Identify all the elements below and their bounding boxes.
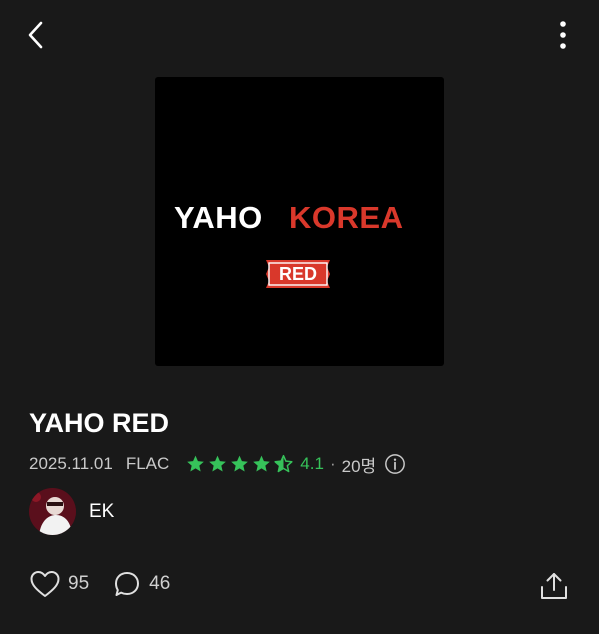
cover-badge: RED bbox=[264, 259, 332, 289]
cover-word-korea: KOREA bbox=[289, 200, 404, 235]
like-button[interactable]: 95 bbox=[29, 569, 89, 599]
like-count: 95 bbox=[68, 573, 90, 594]
star-half-icon bbox=[274, 454, 293, 473]
comment-count: 46 bbox=[149, 573, 171, 594]
album-detail-screen: YAHO KOREA RED YAHO RED 2025.11.01 FLAC bbox=[0, 0, 599, 634]
share-button[interactable] bbox=[539, 571, 569, 601]
info-icon[interactable] bbox=[384, 453, 406, 475]
audio-format: FLAC bbox=[125, 454, 170, 473]
artist-avatar[interactable] bbox=[29, 488, 76, 535]
star-icon bbox=[253, 455, 271, 472]
rating-separator: · bbox=[329, 454, 336, 473]
cover-word-yaho: YAHO bbox=[174, 200, 263, 235]
artist-name[interactable]: EK bbox=[89, 501, 114, 523]
action-bar: 95 46 bbox=[29, 569, 170, 599]
artist-row[interactable]: EK bbox=[29, 488, 114, 535]
more-vertical-icon bbox=[560, 21, 566, 49]
artist-avatar-image bbox=[29, 488, 76, 535]
comment-button[interactable]: 46 bbox=[113, 570, 170, 598]
share-icon bbox=[541, 573, 567, 599]
star-icon bbox=[187, 455, 205, 472]
more-options-button[interactable] bbox=[546, 16, 580, 54]
comment-icon bbox=[115, 572, 140, 596]
star-icon bbox=[209, 455, 227, 472]
rating-value: 4.1 bbox=[300, 454, 324, 473]
star-icon bbox=[231, 455, 249, 472]
album-cover[interactable]: YAHO KOREA RED bbox=[155, 77, 444, 366]
chevron-left-icon bbox=[28, 21, 43, 49]
heart-icon bbox=[30, 571, 60, 597]
rating-stars[interactable] bbox=[185, 454, 294, 474]
rating-count: 20명 bbox=[341, 456, 377, 476]
cover-badge-text: RED bbox=[278, 264, 317, 284]
back-button[interactable] bbox=[22, 18, 52, 52]
release-date: 2025.11.01 bbox=[29, 454, 113, 473]
album-title: YAHO RED bbox=[29, 408, 170, 438]
album-meta: 2025.11.01 FLAC 4.1 · 20명 bbox=[29, 452, 406, 476]
